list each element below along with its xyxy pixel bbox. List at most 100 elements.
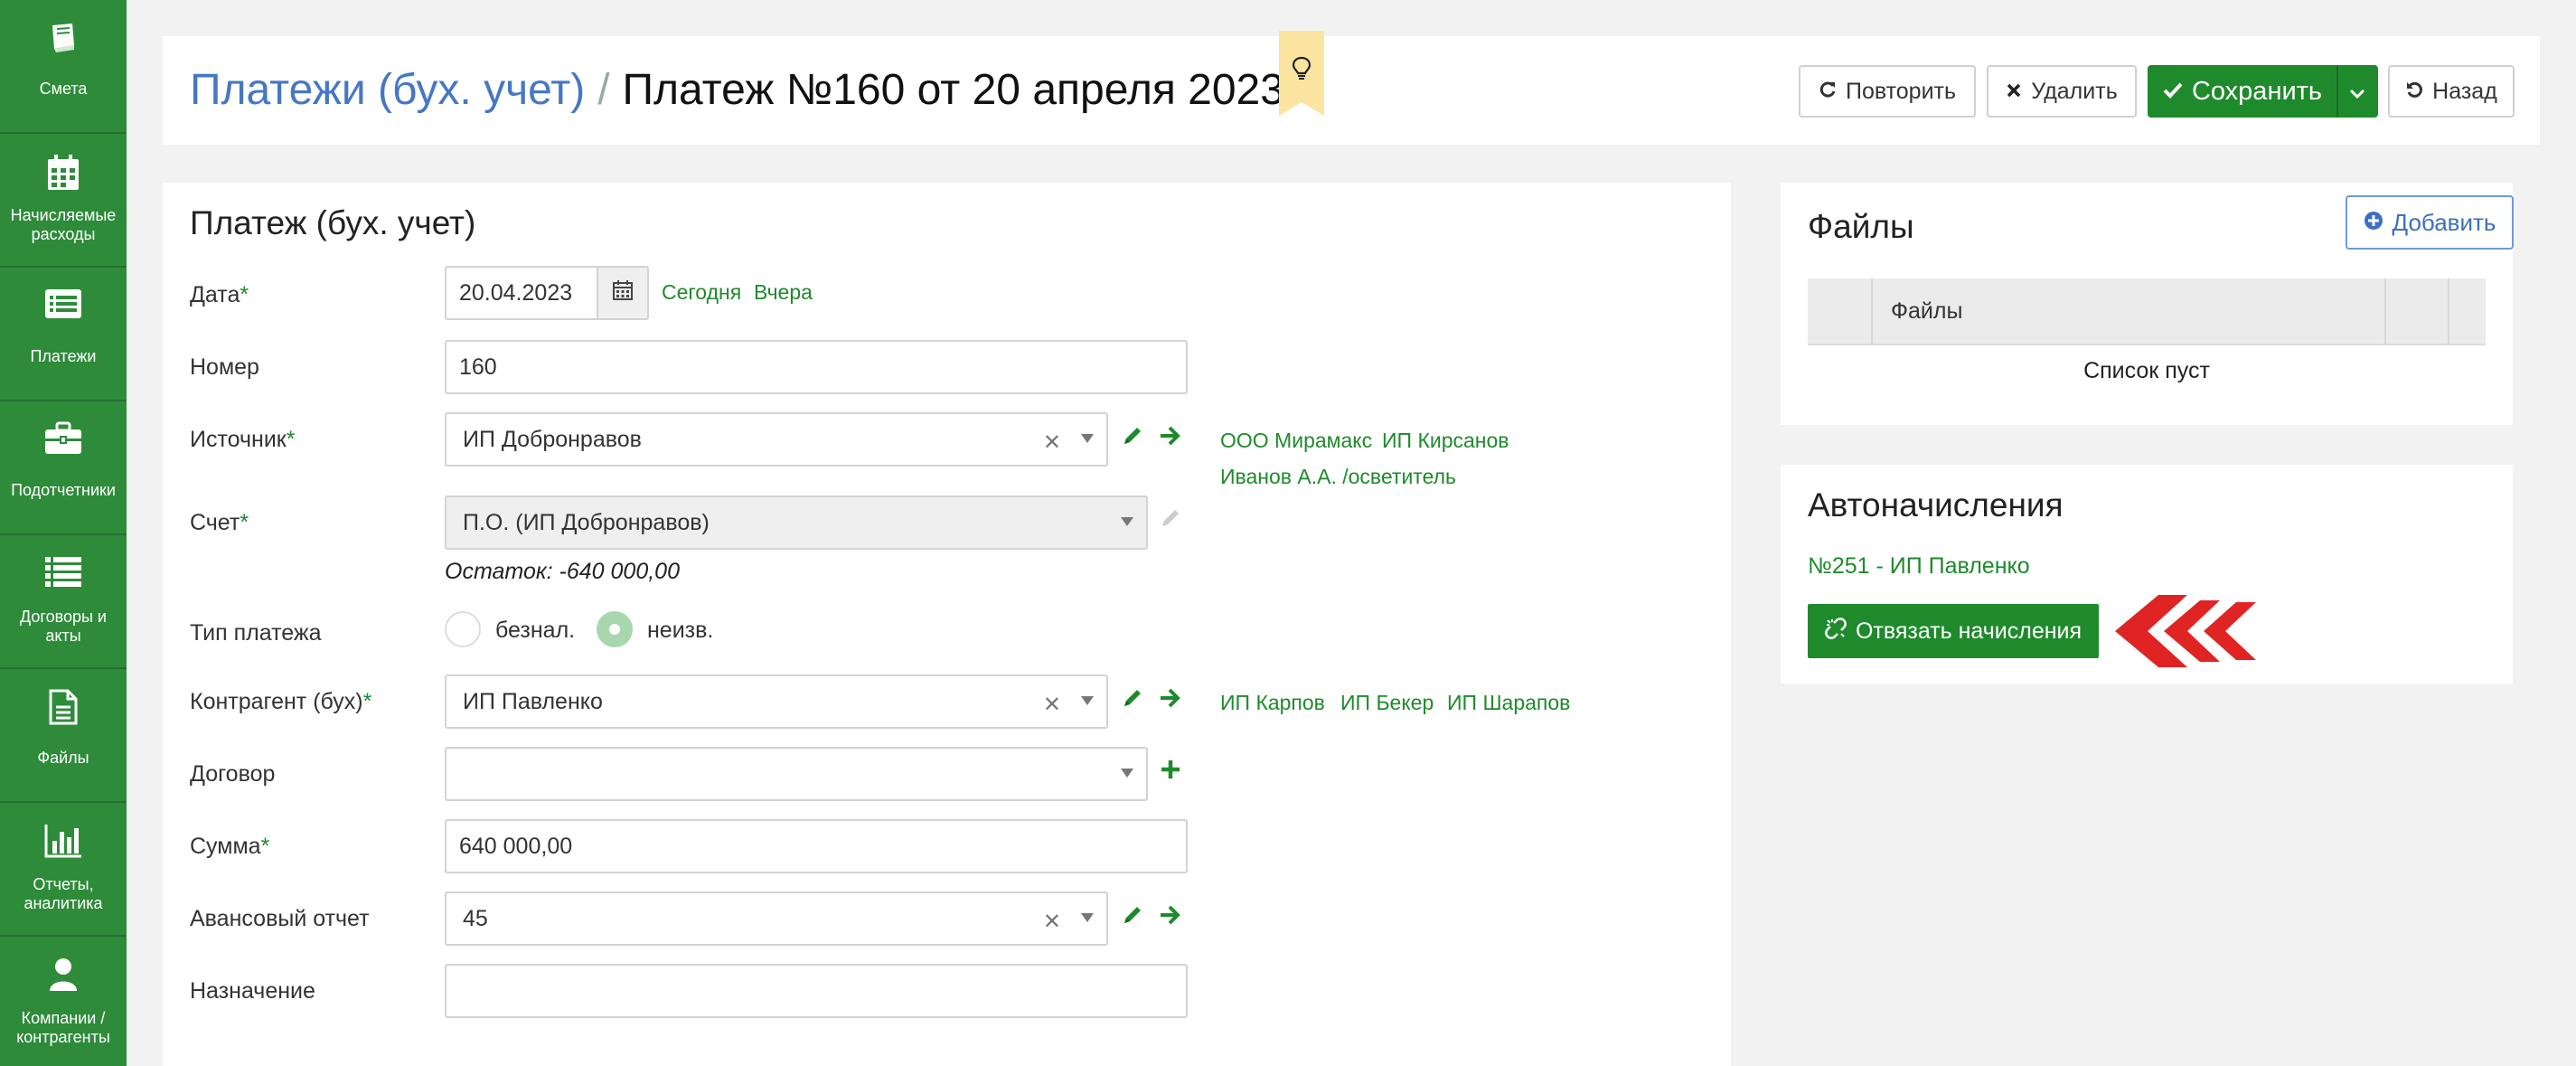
files-empty-message: Список пуст [2083, 358, 2210, 383]
contract-label: Договор [190, 761, 276, 787]
sidebar-item-companies[interactable]: Компании / контрагенты [0, 937, 127, 1066]
source-suggestion[interactable]: Иванов А.А. /осветитель [1220, 465, 1456, 489]
sidebar-item-contracts[interactable]: Договоры и акты [0, 535, 127, 669]
payment-type-radio-cashless[interactable] [445, 611, 481, 647]
tips-bookmark[interactable] [1279, 31, 1324, 116]
contract-select[interactable] [445, 747, 1148, 801]
dropdown-caret-icon[interactable] [1121, 517, 1133, 526]
auto-accrual-link[interactable]: №251 - ИП Павленко [1808, 553, 2030, 580]
repeat-button[interactable]: Повторить [1799, 65, 1976, 118]
repeat-button-label: Повторить [1845, 78, 1957, 104]
account-label: Счет* [190, 510, 249, 535]
back-button[interactable]: Назад [2388, 65, 2515, 118]
edit-source-button[interactable] [1119, 424, 1146, 451]
sidebar-item-accrued-expenses[interactable]: Начисляемые расходы [0, 134, 127, 268]
payment-type-option-label: безнал. [495, 618, 576, 643]
source-select-value: ИП Добронравов [463, 426, 642, 452]
sidebar-item-label: Файлы [37, 749, 89, 767]
dropdown-caret-icon[interactable] [1081, 434, 1094, 443]
date-input[interactable]: 20.04.2023 [445, 266, 598, 320]
amount-input[interactable]: 640 000,00 [445, 819, 1188, 873]
unlink-icon [1825, 617, 1847, 646]
delete-button[interactable]: Удалить [1987, 65, 2137, 118]
files-table-header: Файлы [1808, 278, 2486, 345]
arrow-right-icon [1159, 687, 1182, 713]
payment-type-option-label: неизв. [647, 618, 714, 643]
purpose-input[interactable] [445, 964, 1188, 1018]
plus-icon [1160, 759, 1181, 785]
payment-type-label: Тип платежа [190, 620, 322, 646]
yesterday-link[interactable]: Вчера [754, 280, 813, 305]
account-select[interactable]: П.О. (ИП Добронравов) [445, 495, 1148, 550]
calendar-button[interactable] [597, 266, 649, 320]
files-panel: Файлы Добавить Файлы Список пуст [1781, 183, 2514, 425]
source-select[interactable]: ИП Добронравов ✕ [445, 412, 1108, 467]
counterparty-select[interactable]: ИП Павленко ✕ [445, 675, 1108, 729]
sidebar-item-payments[interactable]: Платежи [0, 268, 127, 401]
counterparty-select-value: ИП Павленко [463, 688, 603, 714]
add-file-button[interactable]: Добавить [2346, 195, 2514, 250]
add-contract-button[interactable] [1157, 758, 1184, 785]
arrow-right-icon [1159, 425, 1182, 451]
today-link[interactable]: Сегодня [662, 280, 741, 305]
sidebar-item-reports[interactable]: Отчеты, аналитика [0, 803, 127, 937]
user-icon [0, 957, 127, 995]
advance-report-label: Авансовый отчет [190, 906, 370, 931]
dropdown-caret-icon[interactable] [1081, 913, 1094, 922]
add-file-button-label: Добавить [2392, 208, 2496, 236]
sidebar-item-label: Платежи [30, 347, 97, 365]
back-button-label: Назад [2432, 78, 2497, 104]
counterparty-suggestion[interactable]: ИП Бекер [1340, 691, 1434, 715]
counterparty-suggestion[interactable]: ИП Шарапов [1447, 691, 1570, 715]
sidebar-item-label: Начисляемые расходы [10, 206, 117, 243]
source-label: Источник* [190, 427, 296, 452]
column-divider [1871, 278, 1873, 344]
account-balance: Остаток: -640 000,00 [445, 559, 680, 584]
advance-report-select[interactable]: 45 ✕ [445, 891, 1108, 946]
files-title: Файлы [1808, 208, 1914, 245]
briefcase-icon [0, 421, 127, 459]
close-icon [2006, 79, 2022, 105]
sidebar: Смета Начисляемые расходы Платежи Подотч… [0, 0, 127, 1066]
save-options-dropdown[interactable] [2336, 65, 2378, 118]
edit-advance-report-button[interactable] [1119, 903, 1146, 930]
counterparty-suggestion[interactable]: ИП Карпов [1220, 691, 1325, 715]
bar-chart-icon [0, 823, 127, 861]
files-column-header[interactable]: Файлы [1891, 298, 1962, 325]
dropdown-caret-icon[interactable] [1121, 769, 1133, 778]
auto-accruals-title: Автоначисления [1808, 486, 2064, 524]
pencil-icon [1122, 687, 1143, 713]
advance-report-select-value: 45 [463, 905, 488, 931]
number-label: Номер [190, 354, 259, 380]
pencil-icon [1122, 425, 1143, 451]
sidebar-item-accountables[interactable]: Подотчетники [0, 401, 127, 535]
dropdown-caret-icon[interactable] [1081, 696, 1094, 705]
clear-icon[interactable]: ✕ [1043, 429, 1061, 456]
auto-accruals-panel: Автоначисления №251 - ИП Павленко Отвяза… [1781, 465, 2513, 684]
undo-icon [2405, 79, 2423, 105]
goto-source-button[interactable] [1157, 424, 1184, 451]
goto-counterparty-button[interactable] [1157, 686, 1184, 713]
clear-icon[interactable]: ✕ [1043, 692, 1061, 718]
payment-type-radio-unknown[interactable] [597, 611, 633, 647]
sidebar-item-files[interactable]: Файлы [0, 669, 127, 803]
save-button[interactable]: Сохранить [2148, 65, 2337, 118]
file-icon [0, 689, 127, 727]
goto-advance-report-button[interactable] [1157, 903, 1184, 930]
page-header: Платежи (бух. учет) / Платеж №160 от 20 ап… [163, 31, 2540, 145]
sidebar-item-estimate[interactable]: Смета [0, 0, 127, 134]
sidebar-item-label: Смета [39, 80, 88, 98]
payment-form-panel: Платеж (бух. учет) Дата* 20.04.2023 Сего… [163, 183, 1731, 1066]
breadcrumb-link-payments[interactable]: Платежи (бух. учет) [190, 66, 585, 114]
source-suggestion[interactable]: ООО Мирамакс [1220, 429, 1372, 453]
source-suggestion[interactable]: ИП Кирсанов [1382, 429, 1509, 453]
clear-icon[interactable]: ✕ [1043, 909, 1061, 935]
refresh-icon [1819, 79, 1837, 105]
sidebar-item-label: Компании / контрагенты [16, 1009, 110, 1046]
chevron-down-icon [2349, 77, 2365, 107]
unlink-accruals-button[interactable]: Отвязать начисления [1808, 604, 2099, 658]
number-input[interactable]: 160 [445, 340, 1188, 394]
edit-counterparty-button[interactable] [1119, 686, 1146, 713]
list-card-icon [0, 288, 127, 325]
pencil-icon [1160, 507, 1181, 533]
